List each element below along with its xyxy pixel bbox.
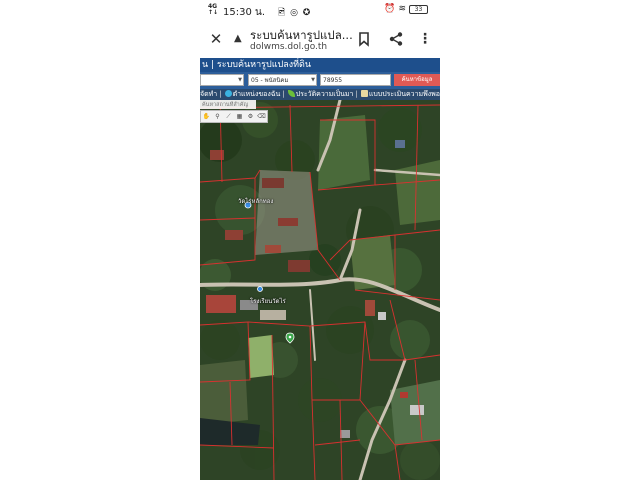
- field: [248, 335, 274, 378]
- parcel-number-input[interactable]: [320, 74, 391, 86]
- more-menu-icon[interactable]: ⋮: [418, 30, 432, 48]
- search-row: ▼ 05 - พนัสนิคม ▼ ค้นหาข้อมูล: [200, 72, 440, 89]
- menu-separator: |: [219, 90, 222, 98]
- share-icon[interactable]: [388, 31, 404, 47]
- map-toolbar: ✋ ⚲ ⟋ ▦ ⚙ ⌫: [200, 110, 268, 123]
- form-icon: [360, 90, 368, 97]
- search-button[interactable]: ค้นหาข้อมูล: [394, 74, 440, 86]
- warning-icon[interactable]: ▲: [234, 33, 242, 44]
- district-select-value: 05 - พนัสนิคม: [251, 77, 289, 84]
- satellite-map[interactable]: วัดไร่หลักทอง โรงเรียนวัดไร่: [200, 100, 440, 480]
- province-select[interactable]: ▼: [200, 74, 244, 86]
- measure-line-icon[interactable]: ⟋: [223, 111, 234, 122]
- field: [395, 160, 440, 225]
- menu-separator: |: [282, 90, 285, 98]
- status-time: 15:30 น.: [223, 7, 266, 18]
- menu-item-4-label: แบบประเมินความพึงพอใจ: [368, 90, 440, 98]
- status-right: ⏰ ≋ 33: [384, 4, 428, 14]
- menu-item-3-label: ประวัติความเป็นมา: [295, 90, 354, 98]
- leaf-icon: [287, 90, 295, 97]
- menu-separator: |: [355, 90, 358, 98]
- close-icon[interactable]: ✕: [208, 29, 224, 49]
- menu-item-1-label: จัดทำ: [200, 90, 218, 98]
- page-url[interactable]: dolwms.dol.go.th: [250, 42, 327, 52]
- menu-item-my-location[interactable]: ตำแหน่งของฉัน: [224, 89, 281, 100]
- phone-screen: 4G ↑↓ 15:30 น. 🖻 ◎ ✪ ⏰ ≋ 33 ✕ ▲ ระบบค้นห…: [200, 0, 440, 480]
- field: [200, 360, 248, 425]
- bookmark-icon[interactable]: [357, 31, 371, 47]
- network-indicator: 4G ↑↓: [208, 3, 219, 16]
- chevron-down-icon: ▼: [311, 77, 315, 83]
- globe-icon: [224, 90, 232, 97]
- map-label-school: โรงเรียนวัดไร่: [250, 298, 286, 305]
- chevron-down-icon: ▼: [238, 77, 242, 83]
- menu-item-history[interactable]: ประวัติความเป็นมา: [287, 89, 354, 100]
- alarm-icon: ⏰: [384, 4, 396, 14]
- menu-item-2-label: ตำแหน่งของฉัน: [232, 90, 281, 98]
- notification-icons: 🖻 ◎ ✪: [278, 8, 312, 18]
- school-pin: [257, 286, 263, 292]
- measure-area-icon[interactable]: ▦: [234, 111, 245, 122]
- district-select[interactable]: 05 - พนัสนิคม ▼: [248, 74, 317, 86]
- marker-icon[interactable]: ⚲: [212, 111, 223, 122]
- settings-icon[interactable]: ⚙: [245, 111, 256, 122]
- battery-icon: 33: [409, 4, 428, 14]
- status-bar: 4G ↑↓ 15:30 น. 🖻 ◎ ✪ ⏰ ≋ 33: [200, 0, 440, 22]
- site-header: น | ระบบค้นหารูปแปลงที่ดิน: [200, 58, 440, 72]
- browser-toolbar: ✕ ▲ ระบบค้นหารูปแปล... dolwms.dol.go.th …: [200, 22, 440, 58]
- menu-bar: จัดทำ | ตำแหน่งของฉัน | ประวัติความเป็นมา | แบ…: [200, 89, 440, 100]
- map-canvas[interactable]: [200, 100, 440, 480]
- clear-icon[interactable]: ⌫: [256, 111, 267, 122]
- map-search-input[interactable]: [200, 100, 256, 109]
- menu-item-1[interactable]: จัดทำ: [200, 89, 217, 100]
- menu-item-survey[interactable]: แบบประเมินความพึงพอใจ: [360, 89, 440, 100]
- pan-icon[interactable]: ✋: [201, 111, 212, 122]
- map-label-temple: วัดไร่หลักทอง: [238, 198, 274, 205]
- wifi-icon: ≋: [398, 4, 406, 14]
